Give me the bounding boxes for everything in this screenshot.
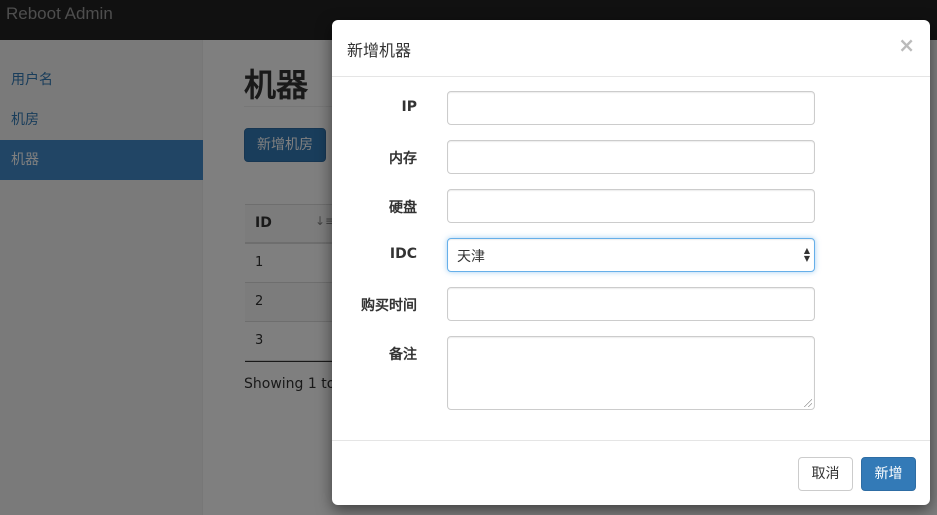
ip-label: IP [401, 99, 417, 115]
purchase-time-input[interactable] [447, 287, 815, 321]
memory-label: 内存 [389, 151, 417, 167]
resize-handle-icon[interactable] [804, 399, 812, 407]
disk-input[interactable] [447, 189, 815, 223]
idc-selected-value: 天津 [457, 249, 485, 265]
memory-input[interactable] [447, 140, 815, 174]
modal-header: 新增机器 × [332, 20, 930, 77]
select-arrows-icon: ▲ ▼ [803, 246, 810, 263]
remark-label: 备注 [389, 347, 417, 363]
purchase-time-label: 购买时间 [361, 298, 417, 314]
idc-select[interactable]: 天津 ▲ ▼ [447, 238, 815, 272]
form-row-idc: IDC 天津 ▲ ▼ [332, 238, 930, 274]
form-row-disk: 硬盘 [332, 189, 930, 225]
remark-textarea[interactable] [447, 336, 815, 410]
form-row-memory: 内存 [332, 140, 930, 176]
modal-title: 新增机器 [347, 41, 412, 60]
submit-button[interactable]: 新增 [861, 457, 916, 491]
form-row-remark: 备注 [332, 336, 930, 410]
ip-input[interactable] [447, 91, 815, 125]
idc-label: IDC [389, 246, 417, 262]
add-machine-modal: 新增机器 × IP 内存 硬盘 IDC 天津 ▲ ▼ 购买时间 备注 取消 新增 [332, 20, 930, 505]
form-row-ip: IP [332, 91, 930, 127]
form-row-purchase-time: 购买时间 [332, 287, 930, 323]
disk-label: 硬盘 [389, 200, 417, 216]
modal-footer: 取消 新增 [332, 440, 930, 505]
cancel-button[interactable]: 取消 [798, 457, 853, 491]
close-icon[interactable]: × [898, 35, 915, 55]
